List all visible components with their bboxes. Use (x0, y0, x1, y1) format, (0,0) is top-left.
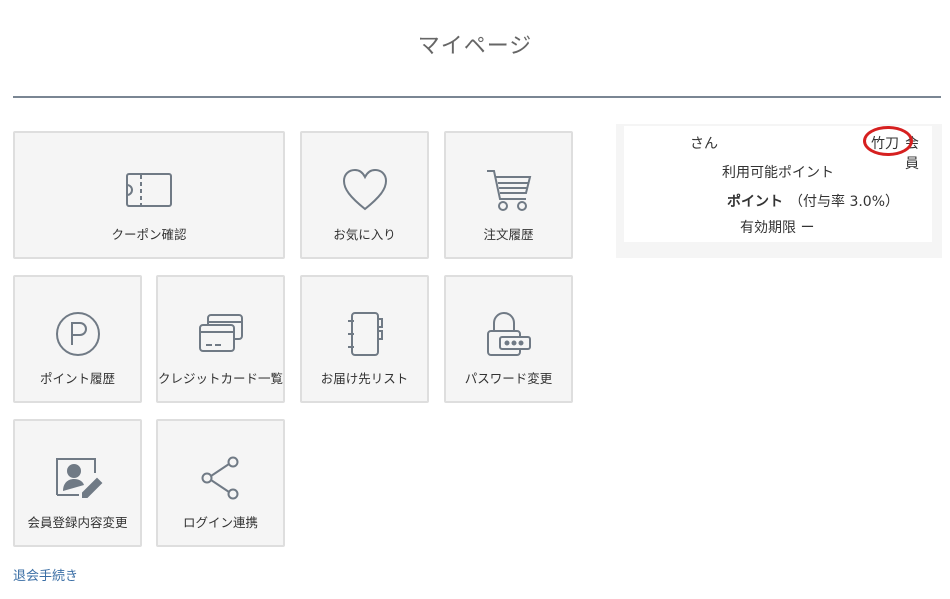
point-history-button[interactable]: ポイント履歴 (13, 275, 142, 403)
credit-card-icon (196, 309, 246, 359)
share-icon (196, 453, 246, 503)
page-title: マイページ (417, 34, 533, 59)
member-name-suffix: さん (690, 136, 718, 152)
coupon-button[interactable]: クーポン確認 (13, 131, 285, 259)
expiry-label: 有効期限 (740, 220, 796, 236)
password-change-button[interactable]: パスワード変更 (444, 275, 573, 403)
member-rank: 竹刀 (871, 136, 899, 152)
points-unit: ポイント (727, 194, 783, 210)
lock-password-icon (484, 309, 534, 359)
password-change-label: パスワード変更 (464, 371, 553, 386)
point-history-label: ポイント履歴 (39, 371, 115, 386)
points-rate: （付与率 3.0%） (789, 194, 900, 210)
available-points-label: 利用可能ポイント (722, 165, 834, 181)
heart-icon (340, 165, 390, 215)
favorites-button[interactable]: お気に入り (300, 131, 429, 259)
credit-card-list-button[interactable]: クレジットカード一覧 (156, 275, 285, 403)
title-divider (13, 96, 941, 98)
cart-icon (484, 165, 534, 215)
withdraw-link[interactable]: 退会手続き (13, 565, 78, 584)
login-link-button[interactable]: ログイン連携 (156, 419, 285, 547)
points-row: ポイント （付与率 3.0%） (727, 191, 899, 211)
address-book-icon (340, 309, 390, 359)
credit-card-list-label: クレジットカード一覧 (158, 371, 284, 386)
member-info-card: さん 竹刀 会員 利用可能ポイント ポイント （付与率 3.0%） 有効期限 ー (624, 126, 932, 242)
order-history-label: 注文履歴 (483, 227, 534, 242)
point-p-icon (53, 309, 103, 359)
coupon-label: クーポン確認 (111, 227, 187, 242)
coupon-ticket-icon (124, 165, 174, 215)
member-info-panel: さん 竹刀 会員 利用可能ポイント ポイント （付与率 3.0%） 有効期限 ー (616, 124, 942, 258)
member-rank-suffix: 会員 (905, 136, 919, 172)
favorites-label: お気に入り (333, 227, 396, 242)
expiry-value: ー (800, 220, 815, 236)
address-list-button[interactable]: お届け先リスト (300, 275, 429, 403)
member-info-edit-label: 会員登録内容変更 (27, 515, 128, 530)
member-info-edit-button[interactable]: 会員登録内容変更 (13, 419, 142, 547)
address-list-label: お届け先リスト (320, 371, 409, 386)
expiry-row: 有効期限 ー (740, 217, 814, 237)
login-link-label: ログイン連携 (182, 515, 258, 530)
profile-edit-icon (53, 453, 103, 503)
order-history-button[interactable]: 注文履歴 (444, 131, 573, 259)
